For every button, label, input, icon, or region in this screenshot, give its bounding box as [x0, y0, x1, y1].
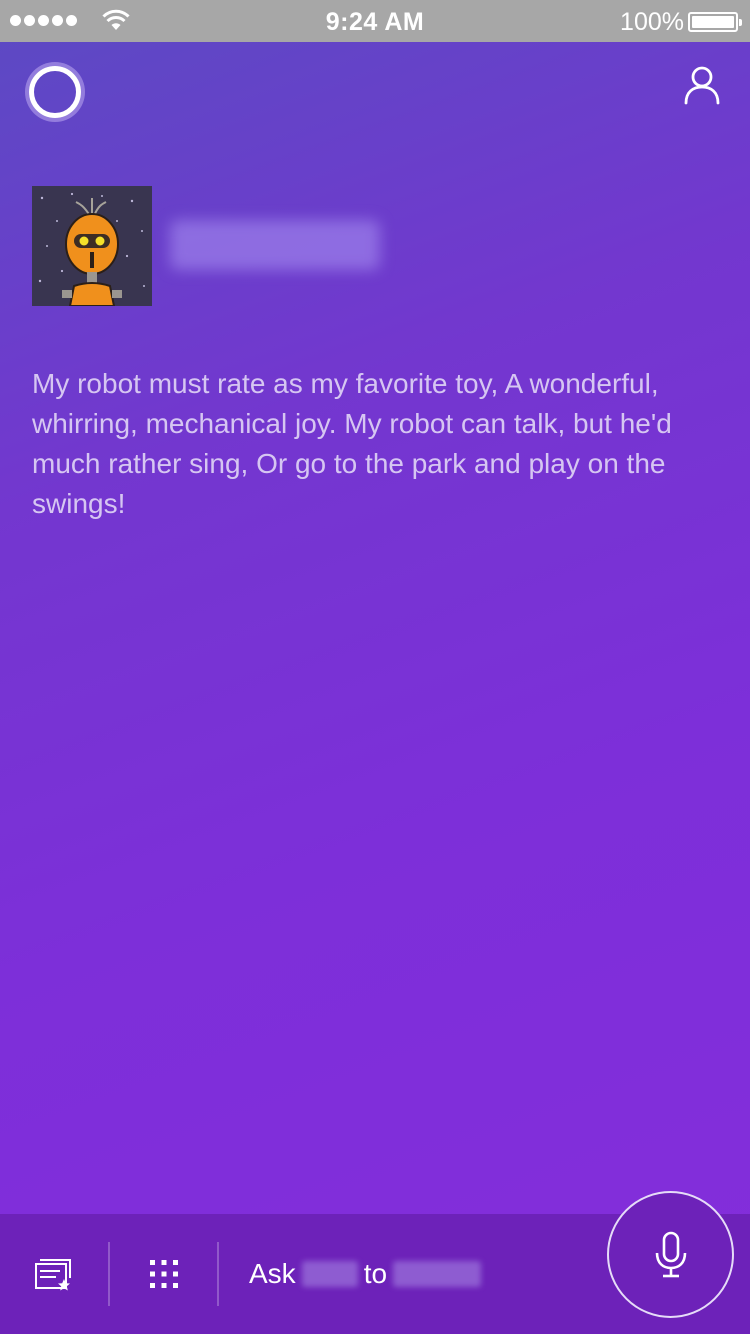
profile-icon[interactable]: [683, 65, 721, 105]
cortana-ring-icon[interactable]: [29, 66, 81, 118]
divider: [217, 1242, 219, 1306]
divider: [108, 1242, 110, 1306]
notebook-icon[interactable]: [34, 1258, 74, 1292]
contact-name: [170, 220, 380, 270]
microphone-icon: [655, 1231, 686, 1277]
redacted-name: [301, 1261, 358, 1287]
ask-prefix: Ask: [249, 1258, 296, 1289]
ask-middle: to: [363, 1258, 388, 1289]
ask-prompt[interactable]: Ask to: [249, 1258, 482, 1290]
battery-percent: 100%: [620, 8, 684, 36]
cortana-app: My robot must rate as my favorite toy, A…: [0, 42, 750, 1334]
redacted-text: [393, 1261, 482, 1287]
robot-avatar-image: [32, 186, 152, 306]
status-bar: 9:24 AM 100%: [0, 0, 750, 42]
robot-avatar: [32, 186, 152, 306]
response-text: My robot must rate as my favorite toy, A…: [32, 368, 672, 519]
microphone-button[interactable]: [607, 1191, 734, 1318]
battery-icon: [688, 12, 742, 32]
grid-icon[interactable]: [149, 1259, 179, 1289]
